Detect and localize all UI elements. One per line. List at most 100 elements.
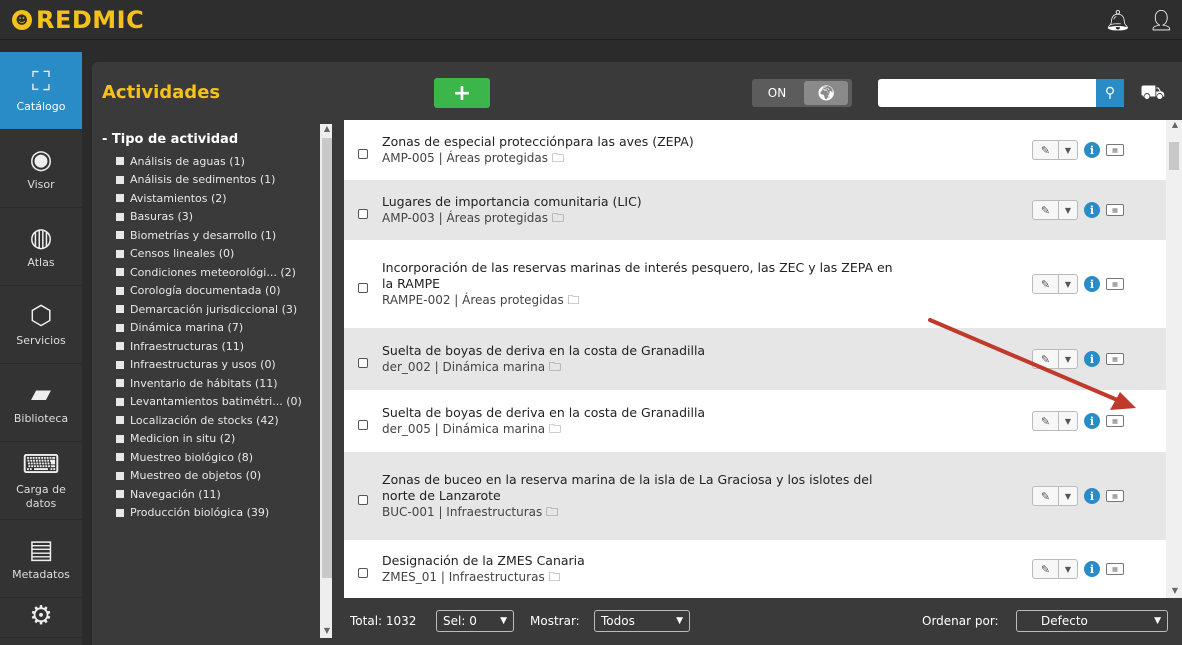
user-icon[interactable]: 👤︎	[1149, 8, 1174, 32]
facet-checkbox[interactable]	[116, 490, 124, 499]
chevron-down-icon[interactable]: ▼	[1059, 560, 1077, 578]
facet-checkbox[interactable]	[116, 157, 124, 166]
edit-icon[interactable]: ✎	[1033, 560, 1059, 578]
list-item[interactable]: Zonas de buceo en la reserva marina de l…	[344, 452, 1166, 540]
keyboard-icon[interactable]: ▦	[1106, 144, 1124, 156]
info-icon[interactable]: i	[1084, 276, 1100, 292]
facet-scrollbar[interactable]: ▲ ▼	[320, 124, 332, 638]
search-input[interactable]	[878, 79, 1098, 107]
facet-checkbox[interactable]	[116, 305, 124, 314]
nav-visor[interactable]: ◉ Visor	[0, 130, 82, 208]
app-logo[interactable]: ☻ REDMIC	[12, 6, 144, 34]
facet-title[interactable]: - Tipo de actividad	[102, 132, 238, 147]
folder-icon[interactable]: 🗀	[545, 570, 561, 584]
facet-checkbox[interactable]	[116, 286, 124, 295]
scroll-up-icon[interactable]: ▲	[320, 124, 332, 136]
folder-icon[interactable]: 🗀	[548, 211, 564, 225]
bell-icon[interactable]: 🔔︎	[1105, 8, 1130, 32]
list-item[interactable]: Incorporación de las reservas marinas de…	[344, 240, 1166, 328]
nav-catalogo[interactable]: ⛶ Catálogo	[0, 52, 82, 130]
nav-carga-datos[interactable]: ⌨ Carga de datos	[0, 442, 82, 520]
row-checkbox[interactable]	[358, 495, 368, 505]
results-scrollbar[interactable]: ▲ ▼	[1166, 120, 1182, 598]
nav-servicios[interactable]: ⬡ Servicios	[0, 286, 82, 364]
info-icon[interactable]: i	[1084, 561, 1100, 577]
folder-icon[interactable]: 🗀	[542, 505, 558, 519]
facet-item[interactable]: Censos lineales (0)	[116, 245, 326, 264]
scroll-thumb[interactable]	[1169, 142, 1179, 170]
list-item[interactable]: Suelta de boyas de deriva en la costa de…	[344, 390, 1166, 452]
nav-metadatos[interactable]: ▤ Metadatos	[0, 520, 82, 598]
list-item[interactable]: Zonas de especial protecciónpara las ave…	[344, 120, 1166, 180]
facet-item[interactable]: Biometrías y desarrollo (1)	[116, 226, 326, 245]
facet-checkbox[interactable]	[116, 194, 124, 203]
row-checkbox[interactable]	[358, 420, 368, 430]
facet-checkbox[interactable]	[116, 397, 124, 406]
edit-icon[interactable]: ✎	[1033, 487, 1059, 505]
folder-icon[interactable]: 🗀	[564, 293, 580, 307]
row-checkbox[interactable]	[358, 283, 368, 293]
info-icon[interactable]: i	[1084, 142, 1100, 158]
edit-icon[interactable]: ✎	[1033, 141, 1059, 159]
facet-item[interactable]: Demarcación jurisdiccional (3)	[116, 300, 326, 319]
info-icon[interactable]: i	[1084, 351, 1100, 367]
edit-icon[interactable]: ✎	[1033, 201, 1059, 219]
facet-item[interactable]: Muestreo biológico (8)	[116, 448, 326, 467]
facet-item[interactable]: Corología documentada (0)	[116, 282, 326, 301]
row-checkbox[interactable]	[358, 149, 368, 159]
search-button[interactable]: ⚲	[1096, 79, 1124, 107]
scroll-down-icon[interactable]: ▼	[1168, 586, 1182, 598]
facet-item[interactable]: Dinámica marina (7)	[116, 319, 326, 338]
facet-item[interactable]: Levantamientos batimétri... (0)	[116, 393, 326, 412]
keyboard-icon[interactable]: ▦	[1106, 278, 1124, 290]
list-item[interactable]: Lugares de importancia comunitaria (LIC)…	[344, 180, 1166, 240]
selection-dropdown[interactable]: Sel: 0 ▼	[436, 610, 514, 632]
nav-biblioteca[interactable]: ▰ Biblioteca	[0, 364, 82, 442]
chevron-down-icon[interactable]: ▼	[1059, 487, 1077, 505]
list-item[interactable]: Designación de la ZMES Canaria ZMES_01 | …	[344, 540, 1166, 598]
chevron-down-icon[interactable]: ▼	[1059, 412, 1077, 430]
info-icon[interactable]: i	[1084, 488, 1100, 504]
facet-checkbox[interactable]	[116, 360, 124, 369]
folder-icon[interactable]: 🗀	[545, 360, 561, 374]
scroll-down-icon[interactable]: ▼	[320, 626, 332, 638]
nav-settings[interactable]: ⚙	[0, 598, 82, 638]
keyboard-icon[interactable]: ▦	[1106, 353, 1124, 365]
folder-icon[interactable]: 🗀	[548, 151, 564, 165]
facet-checkbox[interactable]	[116, 342, 124, 351]
facet-checkbox[interactable]	[116, 416, 124, 425]
chevron-down-icon[interactable]: ▼	[1059, 275, 1077, 293]
facet-item[interactable]: Navegación (11)	[116, 485, 326, 504]
facet-item[interactable]: Condiciones meteorológi... (2)	[116, 263, 326, 282]
folder-icon[interactable]: 🗀	[545, 422, 561, 436]
list-item[interactable]: Suelta de boyas de deriva en la costa de…	[344, 328, 1166, 390]
chevron-down-icon[interactable]: ▼	[1059, 141, 1077, 159]
row-checkbox[interactable]	[358, 209, 368, 219]
facet-checkbox[interactable]	[116, 175, 124, 184]
facet-checkbox[interactable]	[116, 323, 124, 332]
scroll-thumb[interactable]	[322, 138, 332, 578]
edit-icon[interactable]: ✎	[1033, 350, 1059, 368]
row-checkbox[interactable]	[358, 358, 368, 368]
facet-checkbox[interactable]	[116, 379, 124, 388]
facet-checkbox[interactable]	[116, 212, 124, 221]
show-select[interactable]: Todos ▼	[594, 610, 690, 632]
facet-checkbox[interactable]	[116, 471, 124, 480]
facet-item[interactable]: Análisis de aguas (1)	[116, 152, 326, 171]
keyboard-icon[interactable]: ▦	[1106, 415, 1124, 427]
facet-item[interactable]: Análisis de sedimentos (1)	[116, 171, 326, 190]
chevron-down-icon[interactable]: ▼	[1059, 201, 1077, 219]
keyboard-icon[interactable]: ▦	[1106, 563, 1124, 575]
chevron-down-icon[interactable]: ▼	[1059, 350, 1077, 368]
facet-item[interactable]: Infraestructuras (11)	[116, 337, 326, 356]
facet-item[interactable]: Infraestructuras y usos (0)	[116, 356, 326, 375]
row-checkbox[interactable]	[358, 568, 368, 578]
nav-atlas[interactable]: ◍ Atlas	[0, 208, 82, 286]
facet-checkbox[interactable]	[116, 508, 124, 517]
facet-item[interactable]: Inventario de hábitats (11)	[116, 374, 326, 393]
facet-checkbox[interactable]	[116, 231, 124, 240]
map-toggle[interactable]: ON 🌍︎	[752, 79, 852, 107]
keyboard-icon[interactable]: ▦	[1106, 204, 1124, 216]
facet-item[interactable]: Producción biológica (39)	[116, 504, 326, 523]
facet-checkbox[interactable]	[116, 453, 124, 462]
